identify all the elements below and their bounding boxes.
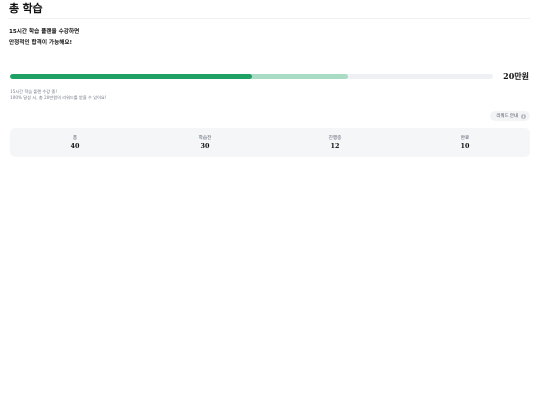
headline-line-1: 15시간 학습 플랜을 수강하면 <box>9 29 80 35</box>
reward-guide-label: 리워드 안내 <box>496 114 518 119</box>
reward-amount: 20만원 <box>503 71 529 81</box>
stat-value: 12 <box>330 141 340 150</box>
stat-in-progress: 진행중 12 <box>270 135 400 151</box>
progress-primary-fill <box>10 74 252 79</box>
stat-value: 40 <box>70 141 80 150</box>
learning-stats-card: 총 40 학습전 30 진행중 12 완료 10 <box>10 128 530 157</box>
plan-headline: 15시간 학습 플랜을 수강하면 안정적인 합격이 가능해요! <box>9 27 79 49</box>
stat-completed: 완료 10 <box>400 135 530 151</box>
stat-label: 총 <box>72 135 78 141</box>
reward-guide-button[interactable]: 리워드 안내 i <box>490 111 530 121</box>
learning-progress-bar <box>10 74 493 79</box>
stat-total: 총 40 <box>10 135 140 151</box>
page-title: 총 학습 <box>9 2 43 15</box>
stat-label: 완료 <box>460 135 470 141</box>
title-divider <box>9 18 530 19</box>
stat-value: 10 <box>460 141 470 150</box>
info-icon: i <box>521 113 526 119</box>
stat-value: 30 <box>200 141 210 150</box>
stat-label: 학습전 <box>198 135 212 141</box>
caption-line-2: 100% 달성 시, 총 20만원의 리워드를 받을 수 있어요! <box>10 95 107 100</box>
stat-before-learning: 학습전 30 <box>140 135 270 151</box>
progress-caption: 15시간 학습 플랜 수강 중! 100% 달성 시, 총 20만원의 리워드를… <box>10 89 106 101</box>
headline-line-2: 안정적인 합격이 가능해요! <box>9 40 73 46</box>
stat-label: 진행중 <box>328 135 342 141</box>
